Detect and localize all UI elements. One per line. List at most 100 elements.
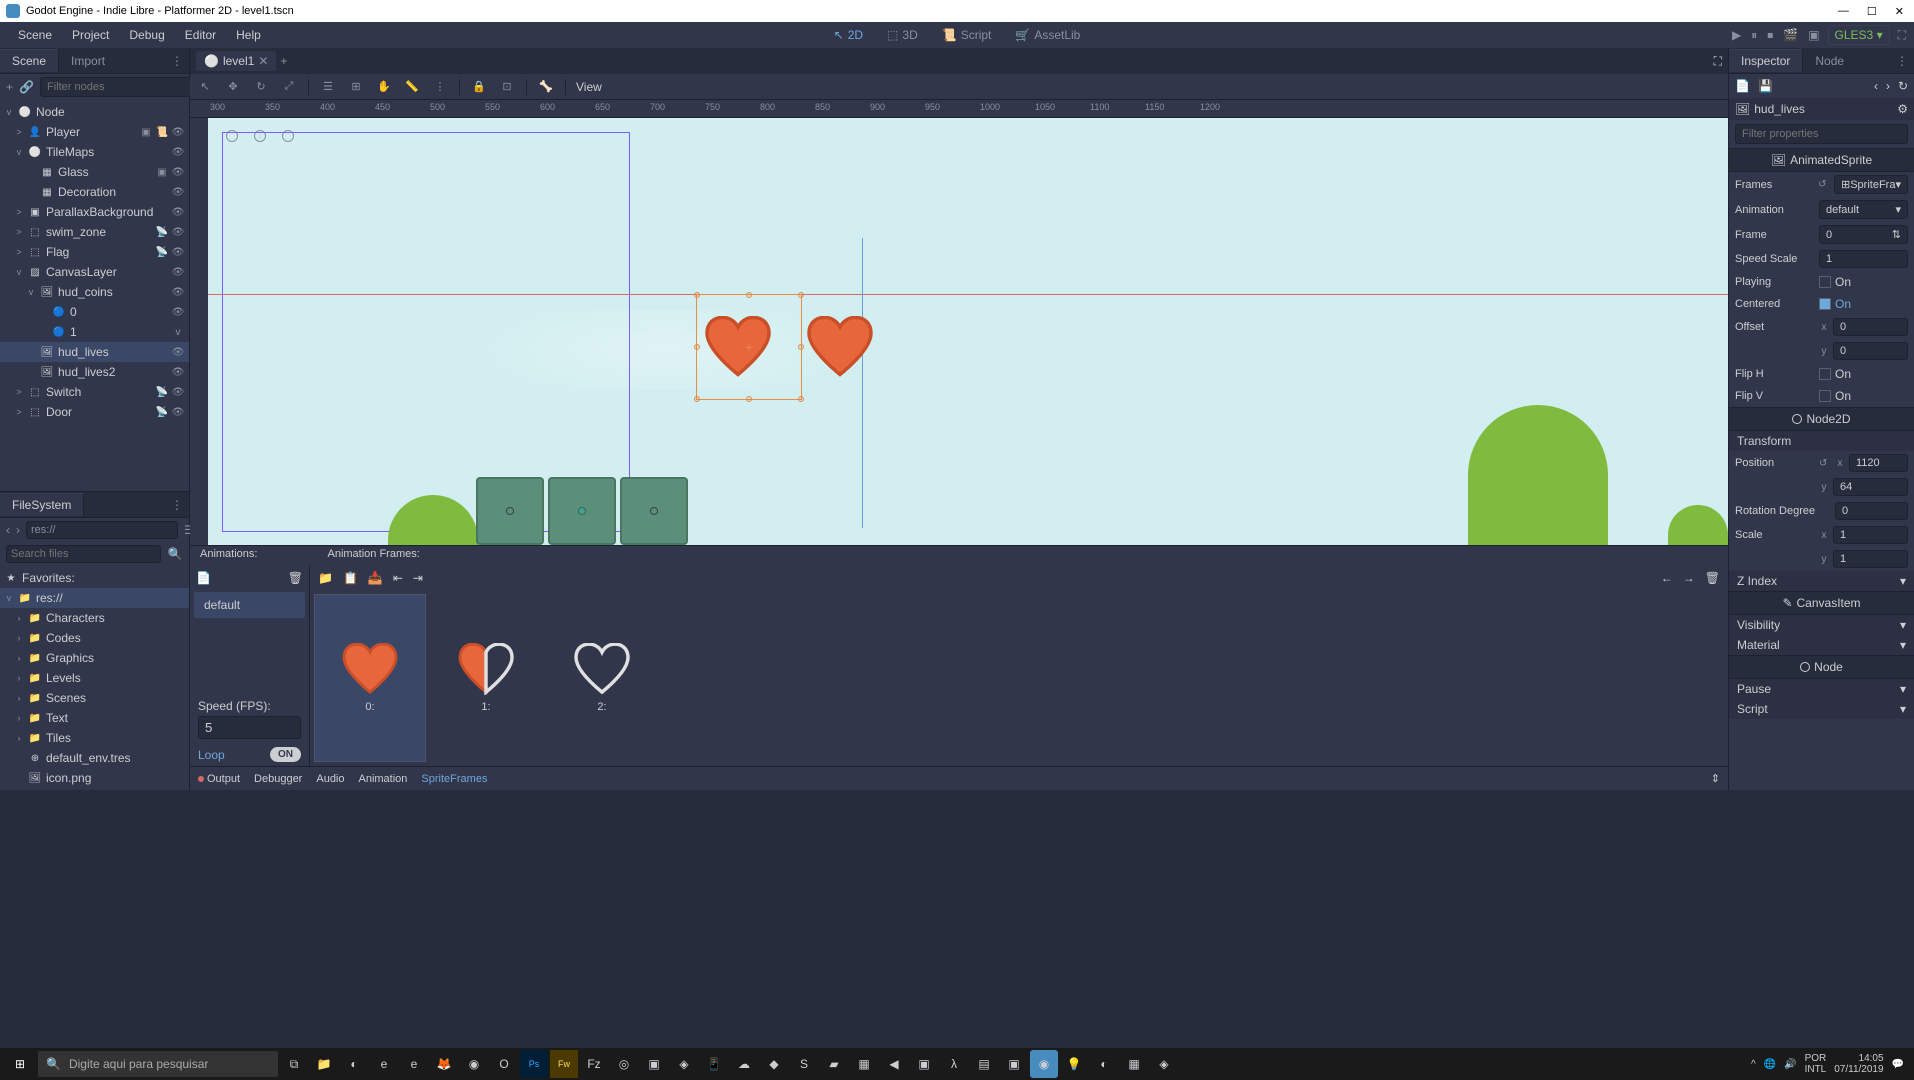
copy-frame-icon[interactable]: 📋	[343, 571, 358, 585]
app-icon[interactable]: ▦	[850, 1050, 878, 1078]
section-zindex[interactable]: Z Index▾	[1729, 571, 1914, 591]
fs-folder[interactable]: ›📁Levels	[0, 668, 189, 688]
fs-search-icon[interactable]: 🔍	[167, 547, 183, 561]
distraction-free-icon[interactable]: ⛶	[1714, 54, 1722, 69]
fs-forward-icon[interactable]: ›	[16, 523, 20, 537]
insert-empty-after-icon[interactable]: ⇥	[413, 571, 423, 585]
tray-volume-icon[interactable]: 🔊	[1784, 1059, 1796, 1070]
tree-node[interactable]: v🖼hud_coins👁	[0, 282, 189, 302]
stop-icon[interactable]: ⏹	[1767, 28, 1773, 43]
fs-search-input[interactable]	[6, 545, 161, 563]
tree-node[interactable]: 🔵0👁	[0, 302, 189, 322]
add-tab-icon[interactable]: +	[280, 54, 287, 68]
section-transform[interactable]: Transform	[1729, 431, 1914, 451]
opera-icon[interactable]: O	[490, 1050, 518, 1078]
select-tool-icon[interactable]: ↖	[196, 78, 214, 96]
tree-node[interactable]: ▦Decoration👁	[0, 182, 189, 202]
fs-root[interactable]: res://	[36, 591, 185, 605]
history-fwd-icon[interactable]: ›	[1886, 79, 1890, 93]
fs-file[interactable]: ⊕default_env.tres	[0, 748, 189, 768]
section-material[interactable]: Material▾	[1729, 635, 1914, 655]
class-node2d[interactable]: Node2D	[1729, 407, 1914, 431]
menu-editor[interactable]: Editor	[175, 24, 226, 46]
tree-node[interactable]: v▨CanvasLayer👁	[0, 262, 189, 282]
epic-icon[interactable]: ▣	[1000, 1050, 1028, 1078]
mode-assetlib-button[interactable]: 🛒 AssetLib	[1005, 24, 1090, 46]
prop-frame[interactable]: 0⇅	[1819, 225, 1908, 244]
prop-rotation[interactable]: 0	[1835, 502, 1908, 520]
inspector-menu-icon[interactable]: ⋮	[1890, 54, 1914, 68]
edge-icon[interactable]: e	[400, 1050, 428, 1078]
animation-item-default[interactable]: default	[194, 592, 305, 618]
tree-node[interactable]: >👤Player▣📜👁	[0, 122, 189, 142]
playing-checkbox[interactable]	[1819, 276, 1831, 288]
frame-2[interactable]: 2:	[546, 594, 658, 762]
delete-frame-icon[interactable]: 🗑	[1705, 571, 1720, 585]
panel-menu-icon[interactable]: ⋮	[165, 54, 189, 68]
app-icon[interactable]: ▣	[640, 1050, 668, 1078]
menu-debug[interactable]: Debug	[119, 24, 174, 46]
app-icon[interactable]: ▤	[970, 1050, 998, 1078]
fs-folder[interactable]: ›📁Graphics	[0, 648, 189, 668]
tray-clock[interactable]: 14:05 07/11/2019	[1834, 1053, 1883, 1075]
hud-heart-2[interactable]	[804, 316, 876, 378]
tray-notifications-icon[interactable]: 💬	[1892, 1059, 1904, 1070]
filter-nodes-input[interactable]	[40, 77, 196, 97]
move-tool-icon[interactable]: ✥	[224, 78, 242, 96]
sublime-icon[interactable]: S	[790, 1050, 818, 1078]
tree-node[interactable]: ▦Glass▣👁	[0, 162, 189, 182]
unity-icon[interactable]: ◀	[880, 1050, 908, 1078]
node-settings-icon[interactable]: ⚙	[1897, 102, 1908, 116]
flipv-checkbox[interactable]	[1819, 390, 1831, 402]
fs-folder[interactable]: ›📁Scenes	[0, 688, 189, 708]
open-doc-icon[interactable]: 📄	[1735, 79, 1750, 93]
chrome-icon[interactable]: ◉	[460, 1050, 488, 1078]
firefox-icon[interactable]: 🦊	[430, 1050, 458, 1078]
menu-project[interactable]: Project	[62, 24, 119, 46]
menu-scene[interactable]: Scene	[8, 24, 62, 46]
tree-node[interactable]: v⚪TileMaps👁	[0, 142, 189, 162]
explorer-icon[interactable]: 📁	[310, 1050, 338, 1078]
lock-icon[interactable]: 🔒	[470, 78, 488, 96]
tab-audio[interactable]: Audio	[316, 773, 344, 785]
app-icon[interactable]: ◎	[610, 1050, 638, 1078]
tree-node[interactable]: v⚪Node	[0, 102, 189, 122]
pan-tool-icon[interactable]: ✋	[375, 78, 393, 96]
section-pause[interactable]: Pause▾	[1729, 679, 1914, 699]
scale-tool-icon[interactable]: ⤢	[280, 78, 298, 96]
reset-icon[interactable]: ↺	[1818, 179, 1830, 190]
fs-menu-icon[interactable]: ⋮	[165, 498, 189, 512]
maximize-icon[interactable]: ☐	[1867, 5, 1877, 18]
app-icon[interactable]: ▣	[910, 1050, 938, 1078]
steam-icon[interactable]: ◐	[340, 1050, 368, 1078]
pause-icon[interactable]: ⏸	[1751, 28, 1757, 43]
mode-2d-button[interactable]: ↖ 2D	[824, 24, 873, 46]
tab-import[interactable]: Import	[59, 50, 117, 72]
group-icon[interactable]: ⊡	[498, 78, 516, 96]
class-animatedsprite[interactable]: 🖼AnimatedSprite	[1729, 148, 1914, 172]
tab-scene[interactable]: Scene	[0, 49, 59, 72]
selection-box[interactable]: +	[696, 294, 802, 400]
app-icon[interactable]: ▦	[1120, 1050, 1148, 1078]
tree-node[interactable]: 🖼hud_lives2👁	[0, 362, 189, 382]
class-canvasitem[interactable]: ✎CanvasItem	[1729, 591, 1914, 615]
mode-script-button[interactable]: 📜 Script	[932, 24, 1002, 46]
frame-1[interactable]: 1:	[430, 594, 542, 762]
tree-node[interactable]: >⬚Flag📡👁	[0, 242, 189, 262]
insert-empty-before-icon[interactable]: ⇤	[393, 571, 403, 585]
prop-scale-y[interactable]: 1	[1833, 550, 1908, 568]
expand-bottom-icon[interactable]: ⇕	[1711, 772, 1720, 785]
tab-node[interactable]: Node	[1803, 50, 1856, 72]
expand-icon[interactable]: ⛶	[1898, 28, 1906, 43]
class-node[interactable]: Node	[1729, 655, 1914, 679]
section-visibility[interactable]: Visibility▾	[1729, 615, 1914, 635]
move-left-icon[interactable]: ←	[1661, 571, 1673, 585]
tray-lang[interactable]: PORINTL	[1805, 1053, 1827, 1075]
prop-position-x[interactable]: 1120	[1849, 454, 1908, 472]
tab-filesystem[interactable]: FileSystem	[0, 493, 84, 516]
tab-close-icon[interactable]: ✕	[258, 54, 268, 68]
link-icon[interactable]: 🔗	[19, 79, 34, 95]
scene-tab-level1[interactable]: ⚪ level1 ✕	[196, 51, 276, 71]
app-icon[interactable]: ◈	[1150, 1050, 1178, 1078]
reset-icon[interactable]: ↺	[1819, 458, 1831, 469]
